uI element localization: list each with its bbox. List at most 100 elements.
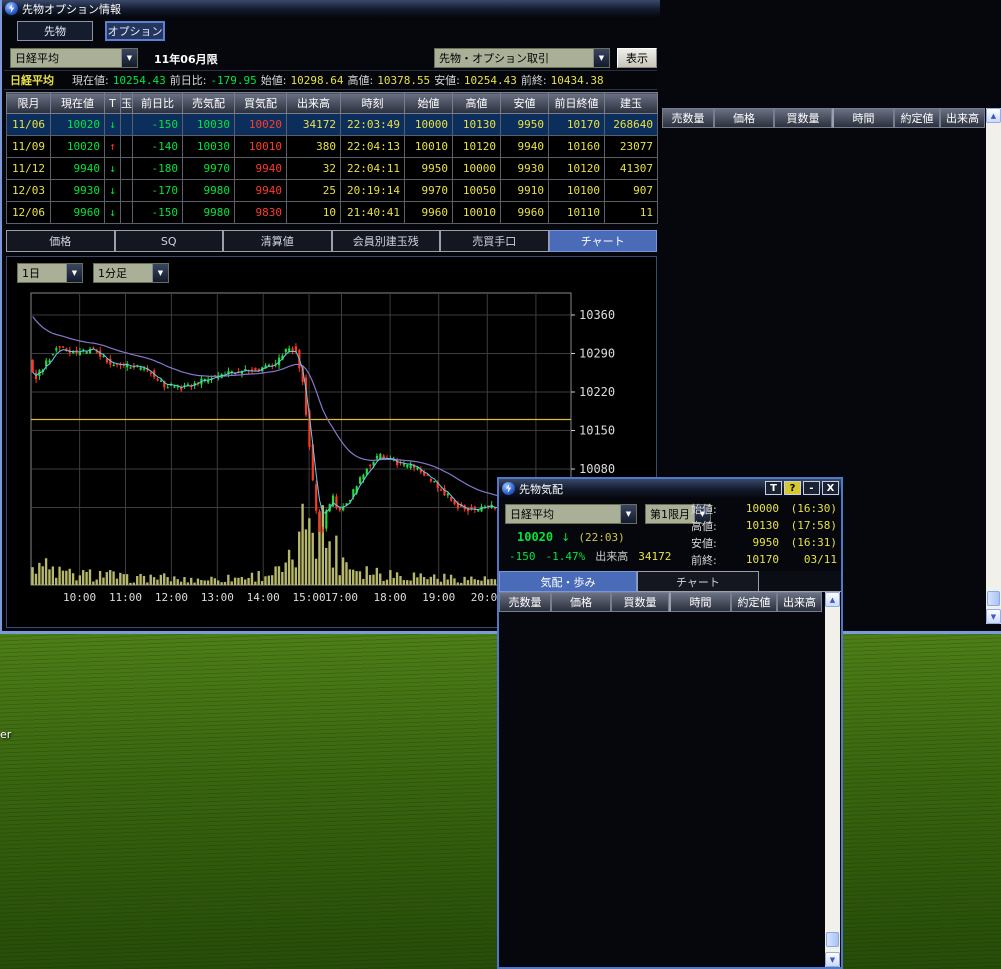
minimize-icon[interactable]: -: [803, 481, 820, 495]
svg-text:18:00: 18:00: [374, 591, 407, 604]
futures-contracts-table: 限月現在値T玉前日比売気配買気配出来高時刻始値高値安値前日終値建玉11/0610…: [6, 92, 658, 224]
column-header: 売気配: [183, 93, 235, 114]
popup-change-pct: -1.47%: [546, 550, 586, 563]
column-header: 限月: [7, 93, 51, 114]
tab-会員別建玉残[interactable]: 会員別建玉残: [332, 230, 441, 252]
popup-last-time: (22:03): [578, 531, 624, 544]
trade-type-select[interactable]: 先物・オプション取引 ▼: [434, 48, 610, 68]
index-status-bar: 日経平均 現在値: 10254.43 前日比: -179.95 始値: 1029…: [4, 70, 657, 90]
down-arrow-icon: ↓: [561, 531, 570, 544]
popup-controls: 日経平均 ▼ 第1限月 ▼ 始値:10000(16:30)高値:10130(17…: [499, 500, 841, 570]
board-header: 売数量: [662, 108, 714, 128]
scroll-down-icon[interactable]: ▼: [825, 952, 840, 967]
column-header: 建玉: [605, 93, 658, 114]
index-low: 10254.43: [464, 74, 517, 87]
futures-row[interactable]: 11/0910020↑-140100301001038022:04:131001…: [7, 136, 658, 158]
futures-row[interactable]: 11/129940↓-180997099403222:04:1199501000…: [7, 158, 658, 180]
board-scrollbar[interactable]: ▲ ▼: [986, 108, 1001, 624]
board-header: 価格: [551, 592, 611, 612]
board-header: 売数量: [499, 592, 551, 612]
index-high: 10378.55: [377, 74, 430, 87]
column-header: 前日終値: [549, 93, 605, 114]
scroll-up-icon[interactable]: ▲: [825, 592, 840, 607]
board-header: 買数量: [611, 592, 669, 612]
popup-tab-チャート[interactable]: チャート: [637, 571, 759, 592]
scroll-thumb[interactable]: [987, 591, 1000, 606]
popup-change-line: -150 -1.47% 出来高 34172: [509, 548, 671, 564]
quote-board: 売数量価格買数量時間約定値出来高: [662, 108, 987, 128]
board-header: 出来高: [777, 592, 822, 612]
popup-quote-board: 売数量価格買数量時間約定値出来高: [499, 592, 824, 612]
column-header: 買気配: [235, 93, 287, 114]
tab-価格[interactable]: 価格: [6, 230, 115, 252]
svg-text:10150: 10150: [579, 424, 615, 438]
help-icon[interactable]: ?: [784, 481, 801, 495]
show-button[interactable]: 表示: [617, 48, 657, 68]
svg-text:13:00: 13:00: [201, 591, 234, 604]
close-icon[interactable]: X: [822, 481, 839, 495]
chevron-down-icon[interactable]: ▼: [66, 264, 82, 282]
popup-scrollbar[interactable]: ▲ ▼: [825, 592, 840, 967]
options-segment-button[interactable]: オプション: [105, 21, 165, 41]
chevron-down-icon[interactable]: ▼: [593, 49, 609, 67]
app-icon: [502, 482, 515, 495]
index-prev-close: 10434.38: [551, 74, 604, 87]
chevron-down-icon[interactable]: ▼: [152, 264, 168, 282]
ohlc-row: 始値:10000(16:30): [691, 500, 837, 517]
popup-underlying-select[interactable]: 日経平均 ▼: [505, 504, 637, 524]
chevron-down-icon[interactable]: ▼: [620, 505, 636, 523]
futures-quote-popup: 先物気配 T ? - X 日経平均 ▼ 第1限月 ▼ 始値:10000(16:3…: [497, 477, 843, 969]
column-header: 高値: [453, 93, 501, 114]
popup-tab-気配・歩み[interactable]: 気配・歩み: [499, 571, 637, 592]
underlying-select[interactable]: 日経平均 ▼: [10, 48, 138, 68]
svg-text:10080: 10080: [579, 462, 615, 476]
board-header: 出来高: [940, 108, 985, 128]
desktop-icon-label[interactable]: er: [0, 728, 11, 741]
column-header: T: [105, 93, 121, 114]
svg-text:10:00: 10:00: [63, 591, 96, 604]
tab-チャート[interactable]: チャート: [549, 230, 658, 252]
tab-清算値[interactable]: 清算値: [223, 230, 332, 252]
column-header: 玉: [121, 93, 133, 114]
tab-SQ[interactable]: SQ: [115, 230, 224, 252]
svg-text:17:00: 17:00: [325, 591, 358, 604]
futures-row[interactable]: 11/0610020↓-15010030100203417222:03:4910…: [7, 114, 658, 136]
chevron-down-icon[interactable]: ▼: [121, 49, 137, 67]
futures-row[interactable]: 12/039930↓-170998099402520:19:1499701005…: [7, 180, 658, 202]
tab-filler: [759, 571, 841, 592]
tab-売買手口[interactable]: 売買手口: [440, 230, 549, 252]
chart-interval-select[interactable]: 1分足 ▼: [93, 263, 169, 283]
svg-text:14:00: 14:00: [247, 591, 280, 604]
svg-text:12:00: 12:00: [155, 591, 188, 604]
popup-window-buttons: T ? - X: [765, 481, 839, 495]
contract-month-label: 11年06月限: [154, 51, 218, 67]
svg-text:19:00: 19:00: [422, 591, 455, 604]
column-header: 出来高: [287, 93, 341, 114]
index-name: 日経平均: [10, 72, 54, 88]
chart-period-select[interactable]: 1日 ▼: [17, 263, 83, 283]
ohlc-row: 安値:9950(16:31): [691, 534, 837, 551]
view-tab-bar: 価格SQ清算値会員別建玉残売買手口チャート: [6, 230, 657, 252]
index-current: 10254.43: [113, 74, 166, 87]
popup-ohlc-block: 始値:10000(16:30)高値:10130(17:58)安値:9950(16…: [691, 500, 837, 568]
svg-text:15:00: 15:00: [293, 591, 326, 604]
futures-row[interactable]: 12/069960↓-150998098301021:40:4199601001…: [7, 202, 658, 224]
column-header: 現在値: [51, 93, 105, 114]
app-icon: [5, 2, 18, 15]
futures-segment-button[interactable]: 先物: [17, 21, 93, 41]
scroll-up-icon[interactable]: ▲: [986, 108, 1001, 123]
svg-text:11:00: 11:00: [109, 591, 142, 604]
svg-text:10360: 10360: [579, 308, 615, 322]
board-header: 約定値: [731, 592, 777, 612]
column-header: 安値: [501, 93, 549, 114]
scroll-down-icon[interactable]: ▼: [986, 609, 1001, 624]
popup-title: 先物気配: [519, 481, 563, 497]
index-open: 10298.64: [291, 74, 344, 87]
popup-t-button[interactable]: T: [765, 481, 782, 495]
popup-tab-bar: 気配・歩みチャート: [499, 571, 841, 592]
board-header: 価格: [714, 108, 774, 128]
scroll-thumb[interactable]: [826, 932, 839, 947]
popup-title-bar[interactable]: 先物気配 T ? - X: [499, 479, 841, 498]
ohlc-row: 高値:10130(17:58): [691, 517, 837, 534]
svg-text:10220: 10220: [579, 385, 615, 399]
